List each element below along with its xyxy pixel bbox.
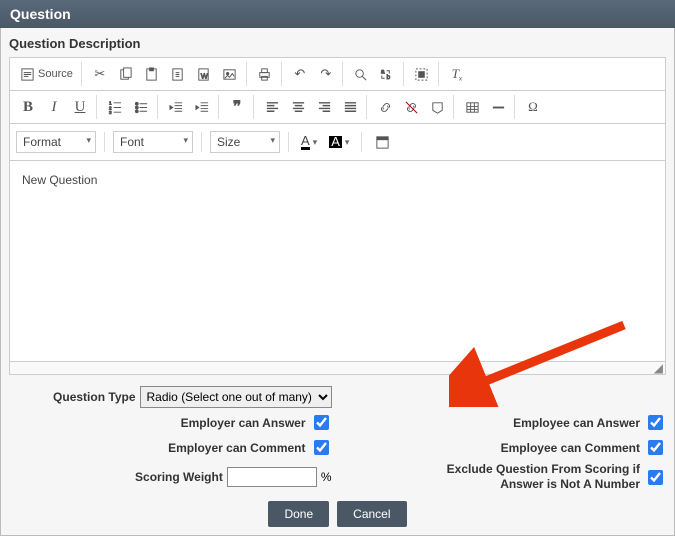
exclude-checkbox[interactable] (648, 470, 663, 485)
svg-text:W: W (201, 71, 209, 80)
outdent-icon[interactable] (164, 95, 188, 119)
scoring-weight-input[interactable] (227, 467, 317, 487)
panel-body: Question Description Source ✂ W (0, 28, 675, 536)
special-char-icon[interactable]: Ω (521, 95, 545, 119)
undo-icon[interactable]: ↶ (288, 62, 312, 86)
scoring-weight-label: Scoring Weight (135, 470, 223, 484)
bold-button[interactable]: B (16, 95, 40, 119)
source-button[interactable]: Source (16, 62, 77, 86)
image-icon[interactable] (218, 62, 242, 86)
copy-icon[interactable] (114, 62, 138, 86)
select-all-icon[interactable] (410, 62, 434, 86)
question-type-select[interactable]: Radio (Select one out of many) (140, 386, 332, 408)
cut-icon[interactable]: ✂ (88, 62, 112, 86)
resize-grip[interactable]: ◢ (10, 361, 665, 374)
panel-header: Question (0, 0, 675, 28)
bg-color-button[interactable]: A (325, 134, 353, 150)
redo-icon[interactable]: ↷ (314, 62, 338, 86)
paste-icon[interactable] (140, 62, 164, 86)
replace-icon[interactable]: ab (375, 62, 399, 86)
hr-icon[interactable] (486, 95, 510, 119)
employee-answer-label: Employee can Answer (513, 416, 640, 430)
bullet-list-icon[interactable] (129, 95, 153, 119)
align-left-icon[interactable] (260, 95, 284, 119)
italic-button[interactable]: I (42, 95, 66, 119)
employer-answer-checkbox[interactable] (314, 415, 329, 430)
section-title: Question Description (9, 36, 666, 51)
svg-text:b: b (387, 74, 391, 81)
exclude-label: Exclude Question From Scoring if Answer … (420, 462, 640, 492)
toolbar-row-3: Format Font Size A A (10, 124, 665, 161)
editor-content-area[interactable]: New Question (10, 161, 665, 361)
print-icon[interactable] (253, 62, 277, 86)
toolbar-row-1: Source ✂ W ↶ ↷ ab (10, 58, 665, 91)
align-right-icon[interactable] (312, 95, 336, 119)
blockquote-icon[interactable]: ❞ (225, 95, 249, 119)
toolbar-row-2: B I U 123 ❞ (10, 91, 665, 124)
size-combo[interactable]: Size (210, 131, 280, 153)
format-combo[interactable]: Format (16, 131, 96, 153)
employee-comment-checkbox[interactable] (648, 440, 663, 455)
question-type-label: Question Type (53, 390, 135, 404)
align-justify-icon[interactable] (338, 95, 362, 119)
done-button[interactable]: Done (268, 501, 329, 527)
find-icon[interactable] (349, 62, 373, 86)
maximize-icon[interactable] (370, 130, 394, 154)
employer-answer-label: Employer can Answer (181, 416, 306, 430)
svg-text:3: 3 (108, 110, 111, 115)
paste-word-icon[interactable]: W (192, 62, 216, 86)
underline-button[interactable]: U (68, 95, 92, 119)
employer-comment-checkbox[interactable] (314, 440, 329, 455)
anchor-icon[interactable] (425, 95, 449, 119)
align-center-icon[interactable] (286, 95, 310, 119)
unlink-icon[interactable] (399, 95, 423, 119)
rich-text-editor: Source ✂ W ↶ ↷ ab (9, 57, 666, 375)
font-combo[interactable]: Font (113, 131, 193, 153)
employer-comment-label: Employer can Comment (168, 441, 305, 455)
link-icon[interactable] (373, 95, 397, 119)
remove-format-icon[interactable]: Tₓ (445, 62, 469, 86)
form-grid: Question Type Radio (Select one out of m… (9, 385, 666, 527)
scoring-weight-unit: % (321, 470, 332, 484)
panel-title: Question (10, 6, 71, 22)
employee-answer-checkbox[interactable] (648, 415, 663, 430)
cancel-button[interactable]: Cancel (337, 501, 406, 527)
employee-comment-label: Employee can Comment (501, 441, 640, 455)
indent-icon[interactable] (190, 95, 214, 119)
paste-text-icon[interactable] (166, 62, 190, 86)
table-icon[interactable] (460, 95, 484, 119)
text-color-button[interactable]: A (297, 133, 321, 152)
numbered-list-icon[interactable]: 123 (103, 95, 127, 119)
svg-text:a: a (381, 68, 385, 75)
